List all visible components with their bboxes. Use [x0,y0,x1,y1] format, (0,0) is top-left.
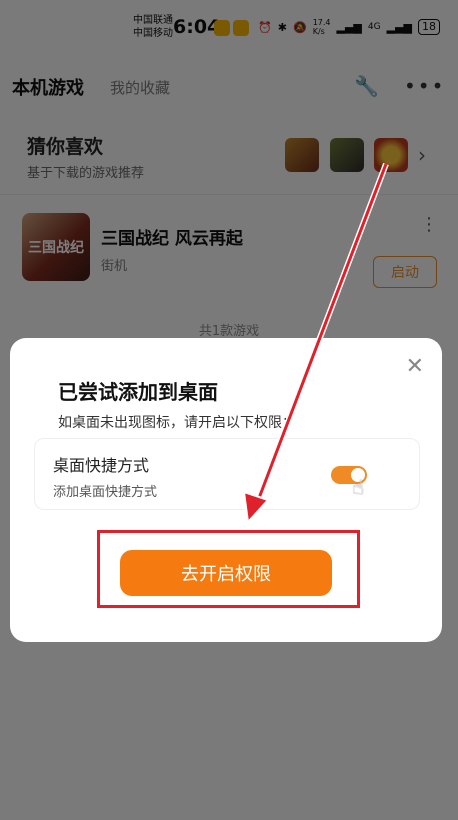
permission-subtitle: 添加桌面快捷方式 [53,485,158,500]
dialog-description: 如桌面未出现图标，请开启以下权限： [58,415,296,431]
dialog-title: 已尝试添加到桌面 [58,380,218,404]
annotation-highlight-box [97,530,360,608]
permission-title: 桌面快捷方式 [53,456,150,475]
pointer-hand-icon: ☝ [352,475,365,499]
permission-item: 桌面快捷方式 添加桌面快捷方式 ☝ [34,438,420,510]
close-icon[interactable]: ✕ [406,354,424,379]
